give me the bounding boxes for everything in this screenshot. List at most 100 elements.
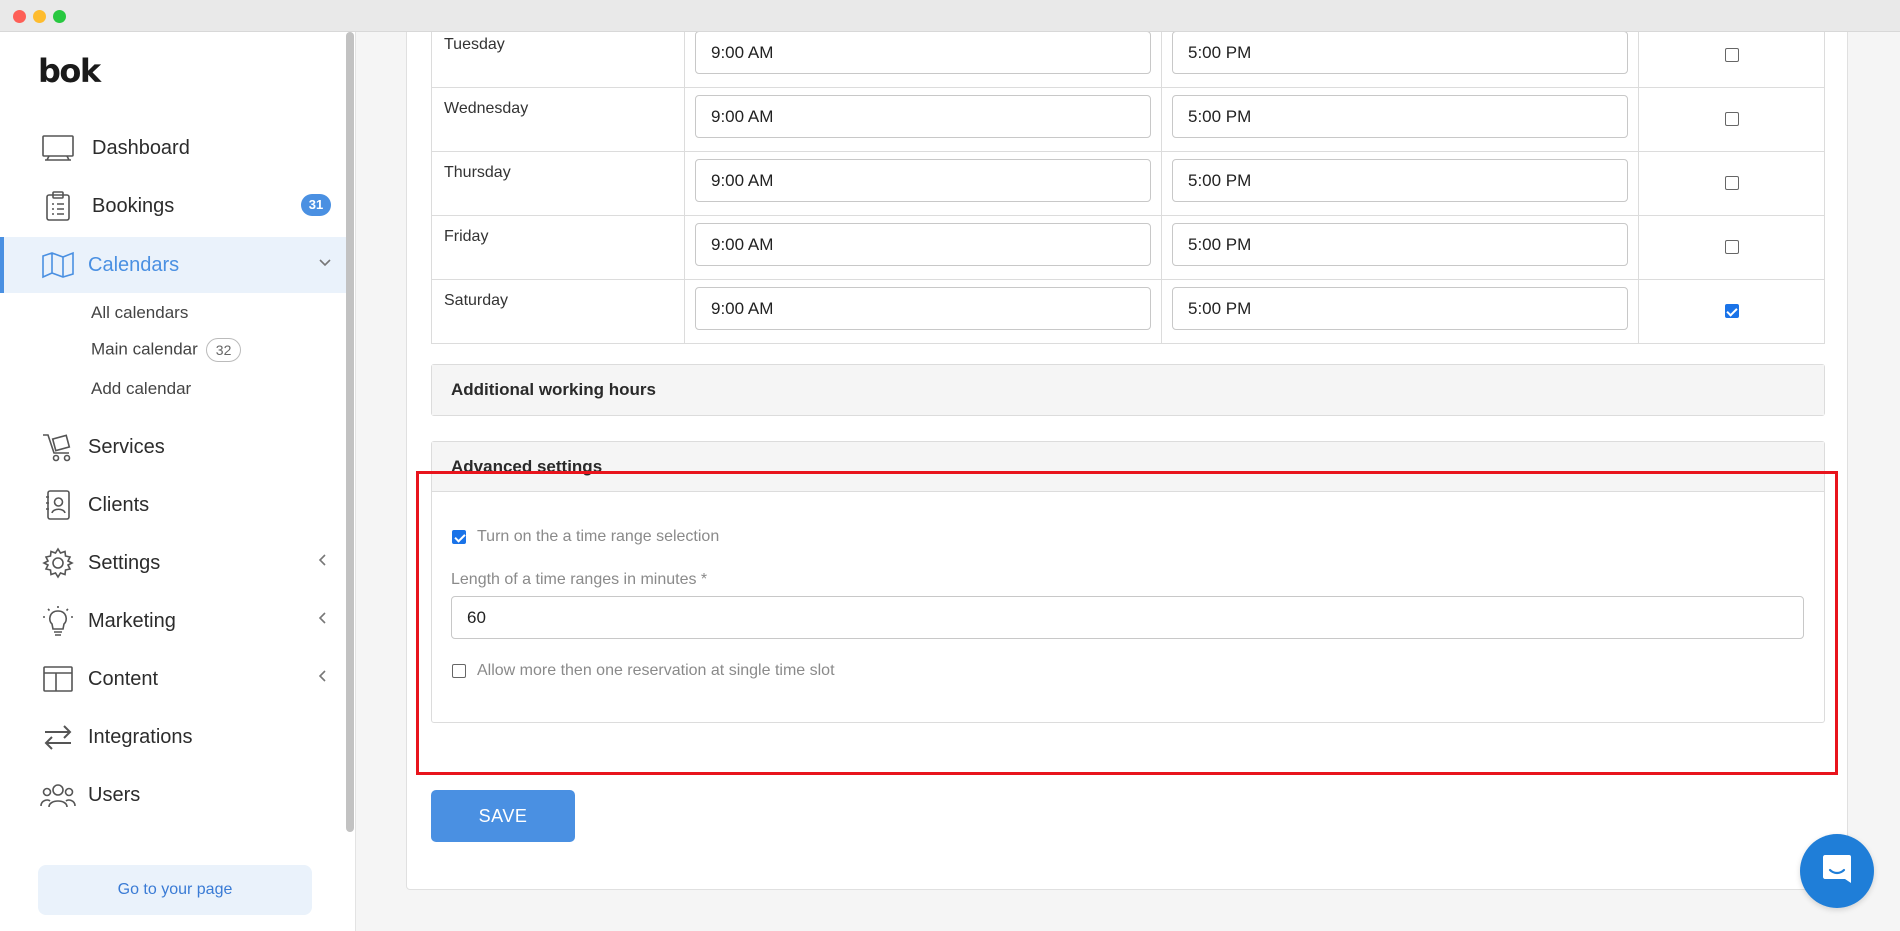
arrows-icon — [40, 719, 76, 755]
sidebar-item-bookings[interactable]: Bookings 31 — [0, 178, 350, 234]
layout-icon — [40, 661, 76, 697]
map-icon — [40, 247, 76, 283]
brand-logo[interactable]: bok — [38, 52, 101, 90]
closed-cell — [1638, 215, 1825, 280]
day-cell: Wednesday — [431, 87, 685, 152]
length-minutes-input[interactable]: 60 — [451, 596, 1804, 639]
save-button[interactable]: SAVE — [431, 790, 575, 842]
table-row: Saturday 9:00 AM 5:00 PM — [431, 279, 1825, 344]
sidebar-item-label: Content — [88, 667, 159, 690]
sidebar-item-label: Users — [88, 783, 141, 806]
sidebar-item-services[interactable]: Services — [0, 419, 350, 475]
sidebar-item-clients[interactable]: Clients — [0, 477, 350, 533]
day-cell: Tuesday — [431, 32, 685, 88]
closed-cell — [1638, 151, 1825, 216]
advanced-settings-header[interactable]: Advanced settings — [432, 442, 1824, 492]
start-time-input[interactable]: 9:00 AM — [695, 287, 1151, 330]
start-cell: 9:00 AM — [684, 32, 1162, 88]
day-checkbox[interactable] — [1724, 176, 1739, 191]
day-cell: Friday — [431, 215, 685, 280]
end-cell: 5:00 PM — [1161, 32, 1639, 88]
end-cell: 5:00 PM — [1161, 215, 1639, 280]
lightbulb-icon — [40, 603, 76, 639]
sidebar-item-content[interactable]: Content — [0, 651, 350, 707]
end-cell: 5:00 PM — [1161, 151, 1639, 216]
day-checkbox[interactable] — [1724, 240, 1739, 255]
end-time-input[interactable]: 5:00 PM — [1172, 287, 1628, 330]
start-time-input[interactable]: 9:00 AM — [695, 223, 1151, 266]
day-checkbox[interactable] — [1724, 112, 1739, 127]
end-time-input[interactable]: 5:00 PM — [1172, 32, 1628, 74]
closed-cell — [1638, 279, 1825, 344]
end-time-input[interactable]: 5:00 PM — [1172, 159, 1628, 202]
length-field-label: Length of a time ranges in minutes * — [451, 571, 708, 588]
close-window-button[interactable] — [13, 10, 26, 23]
table-row: Thursday 9:00 AM 5:00 PM — [431, 151, 1825, 216]
sidebar-item-calendars[interactable]: Calendars — [0, 237, 350, 293]
start-time-input[interactable]: 9:00 AM — [695, 159, 1151, 202]
sidebar-item-label: Settings — [88, 551, 161, 574]
day-checkbox[interactable] — [1724, 48, 1739, 63]
time-range-checkbox[interactable] — [452, 530, 466, 544]
end-cell: 5:00 PM — [1161, 279, 1639, 344]
sidebar-item-marketing[interactable]: Marketing — [0, 593, 350, 649]
sidebar-item-label: Bookings — [92, 194, 175, 217]
additional-working-hours-header[interactable]: Additional working hours — [432, 365, 1824, 415]
sidebar: bok Dashboard Bookings 31 Calendars All … — [0, 32, 356, 931]
app-root: bok Dashboard Bookings 31 Calendars All … — [0, 32, 1900, 931]
start-cell: 9:00 AM — [684, 151, 1162, 216]
sidebar-item-label: Dashboard — [92, 136, 190, 159]
sidebar-item-label: Clients — [88, 493, 150, 516]
dashboard-icon — [40, 130, 76, 166]
chevron-left-icon — [318, 611, 328, 630]
day-cell: Saturday — [431, 279, 685, 344]
sidebar-subitem-add-calendar[interactable]: Add calendar — [91, 379, 191, 399]
sidebar-item-settings[interactable]: Settings — [0, 535, 350, 591]
chevron-down-icon — [318, 255, 332, 273]
calendar-settings-card: Tuesday 9:00 AM 5:00 PM Wednesday 9:00 AM 5:0… — [406, 32, 1848, 890]
day-cell: Thursday — [431, 151, 685, 216]
working-hours-table: Tuesday 9:00 AM 5:00 PM Wednesday 9:00 AM 5:0… — [431, 32, 1825, 344]
multi-reservation-option[interactable]: Allow more then one reservation at singl… — [452, 662, 835, 680]
end-time-input[interactable]: 5:00 PM — [1172, 223, 1628, 266]
users-icon — [40, 777, 76, 813]
gear-icon — [40, 545, 76, 581]
start-time-input[interactable]: 9:00 AM — [695, 32, 1151, 74]
day-label: Tuesday — [444, 36, 505, 53]
sidebar-item-dashboard[interactable]: Dashboard — [0, 120, 350, 176]
end-cell: 5:00 PM — [1161, 87, 1639, 152]
chat-launcher-button[interactable] — [1800, 834, 1874, 908]
table-row: Friday 9:00 AM 5:00 PM — [431, 215, 1825, 280]
sidebar-item-label: Marketing — [88, 609, 176, 632]
day-label: Saturday — [444, 292, 509, 309]
day-label: Friday — [444, 228, 489, 245]
start-time-input[interactable]: 9:00 AM — [695, 95, 1151, 138]
multi-reservation-label: Allow more then one reservation at singl… — [477, 662, 835, 679]
end-time-input[interactable]: 5:00 PM — [1172, 95, 1628, 138]
start-cell: 9:00 AM — [684, 279, 1162, 344]
day-label: Wednesday — [444, 100, 529, 117]
sidebar-scrollbar[interactable] — [346, 32, 354, 832]
contact-icon — [40, 487, 76, 523]
day-label: Thursday — [444, 164, 511, 181]
sidebar-item-integrations[interactable]: Integrations — [0, 709, 350, 765]
sidebar-item-users[interactable]: Users — [0, 767, 350, 823]
closed-cell — [1638, 87, 1825, 152]
day-checkbox[interactable] — [1724, 304, 1739, 319]
sidebar-item-label: Services — [88, 435, 165, 458]
table-row: Wednesday 9:00 AM 5:00 PM — [431, 87, 1825, 152]
multi-reservation-checkbox[interactable] — [452, 664, 466, 678]
minimize-window-button[interactable] — [33, 10, 46, 23]
time-range-option[interactable]: Turn on the a time range selection — [452, 528, 719, 546]
maximize-window-button[interactable] — [53, 10, 66, 23]
sidebar-subitem-all-calendars[interactable]: All calendars — [91, 303, 188, 323]
closed-cell — [1638, 32, 1825, 88]
go-to-your-page-button[interactable]: Go to your page — [38, 865, 312, 915]
start-cell: 9:00 AM — [684, 87, 1162, 152]
sidebar-subitem-main-calendar[interactable]: Main calendar 32 — [91, 338, 242, 362]
chevron-left-icon — [318, 553, 328, 572]
additional-working-hours-panel[interactable]: Additional working hours — [431, 364, 1825, 416]
window-titlebar — [0, 0, 1900, 32]
sidebar-item-label: Integrations — [88, 725, 193, 748]
time-range-label: Turn on the a time range selection — [477, 528, 720, 545]
